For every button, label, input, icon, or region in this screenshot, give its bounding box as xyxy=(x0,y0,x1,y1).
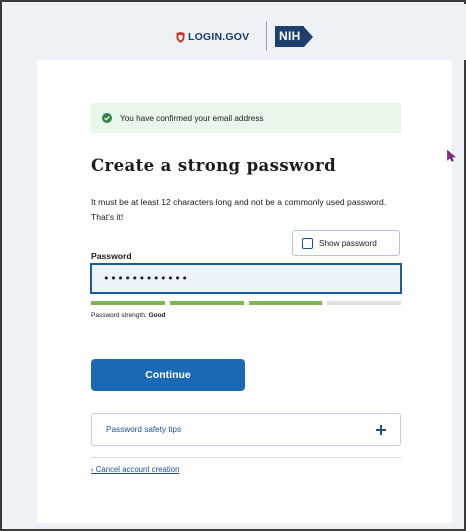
page-header: LOGIN.GOV NIH xyxy=(4,4,466,60)
strength-bar-1 xyxy=(91,301,165,305)
browser-frame: LOGIN.GOV NIH You have confirmed your em… xyxy=(0,0,466,531)
show-password-toggle[interactable]: Show password xyxy=(292,230,400,256)
shield-icon xyxy=(176,31,185,43)
password-masked-value: •••••••••••• xyxy=(103,272,189,285)
password-requirements: It must be at least 12 characters long a… xyxy=(91,197,387,222)
password-input[interactable]: •••••••••••• xyxy=(90,263,402,294)
strength-bar-4 xyxy=(327,301,401,305)
nih-logo-text: NIH xyxy=(275,26,304,47)
password-label: Password xyxy=(91,251,132,261)
nih-arrow-icon xyxy=(303,26,313,47)
password-safety-tips-accordion[interactable]: Password safety tips xyxy=(91,413,401,446)
nih-logo: NIH xyxy=(275,26,313,47)
divider xyxy=(91,457,401,458)
success-alert: You have confirmed your email address xyxy=(91,103,401,133)
show-password-checkbox[interactable] xyxy=(302,237,313,249)
alert-message: You have confirmed your email address xyxy=(120,113,264,123)
login-gov-logo-text: LOGIN.GOV xyxy=(188,31,250,43)
main-card: You have confirmed your email address Cr… xyxy=(37,60,452,523)
strength-prefix: Password strength: xyxy=(91,312,147,319)
strength-bar-3 xyxy=(248,301,323,305)
login-gov-logo[interactable]: LOGIN.GOV xyxy=(176,31,249,43)
page-title: Create a strong password xyxy=(91,156,337,175)
password-strength-meter xyxy=(91,301,401,305)
password-strength-text: Password strength: Good xyxy=(91,312,165,319)
show-password-label: Show password xyxy=(319,238,377,248)
logo-divider xyxy=(266,21,267,51)
strength-value: Good xyxy=(148,312,166,319)
continue-button[interactable]: Continue xyxy=(91,359,245,391)
cancel-account-creation-link[interactable]: ‹ Cancel account creation xyxy=(91,465,179,474)
check-circle-icon xyxy=(102,113,112,123)
plus-icon xyxy=(376,425,386,435)
accordion-label: Password safety tips xyxy=(106,425,182,434)
strength-bar-2 xyxy=(169,301,244,305)
mouse-cursor-icon xyxy=(447,150,456,162)
